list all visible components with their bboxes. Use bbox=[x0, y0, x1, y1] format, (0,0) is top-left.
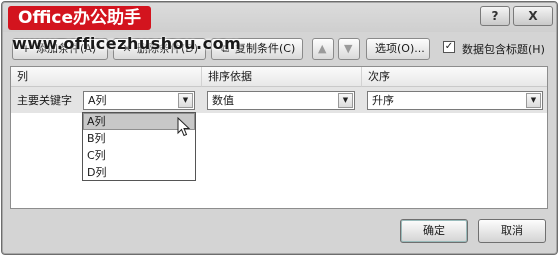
sort-on-select[interactable]: 数值 ▼ bbox=[207, 91, 355, 110]
add-condition-label: 添加条件(A) bbox=[36, 42, 97, 55]
sort-column-select[interactable]: A列 ▼ bbox=[83, 91, 195, 110]
order-select[interactable]: 升序 ▼ bbox=[367, 91, 543, 110]
copy-condition-label: 复制条件(C) bbox=[235, 42, 296, 55]
move-down-button[interactable]: ▼ bbox=[338, 38, 360, 60]
add-icon: + bbox=[21, 42, 31, 55]
ok-button[interactable]: 确定 bbox=[400, 219, 468, 243]
column-header-sort-on: 排序依据 bbox=[201, 67, 361, 87]
delete-icon: ✕ bbox=[122, 42, 132, 55]
copy-condition-button[interactable]: ⧉ 复制条件(C) bbox=[211, 38, 303, 60]
options-button[interactable]: 选项(O)... bbox=[366, 38, 430, 60]
arrow-down-icon: ▼ bbox=[344, 42, 353, 55]
copy-icon: ⧉ bbox=[221, 42, 229, 55]
move-up-button[interactable]: ▲ bbox=[312, 38, 334, 60]
chevron-down-icon[interactable]: ▼ bbox=[338, 93, 353, 108]
add-condition-button[interactable]: + 添加条件(A) bbox=[12, 38, 108, 60]
column-header-order: 次序 bbox=[361, 67, 547, 87]
delete-condition-button[interactable]: ✕ 删除条件(D) bbox=[113, 38, 206, 60]
primary-key-label: 主要关键字 bbox=[17, 94, 72, 107]
delete-condition-label: 删除条件(D) bbox=[137, 42, 199, 55]
dropdown-option[interactable]: D列 bbox=[83, 164, 195, 181]
close-button[interactable]: X bbox=[513, 6, 553, 26]
header-checkbox[interactable]: ✓ bbox=[443, 41, 455, 53]
arrow-up-icon: ▲ bbox=[318, 42, 327, 55]
order-value: 升序 bbox=[372, 94, 394, 107]
chevron-down-icon[interactable]: ▼ bbox=[526, 93, 541, 108]
brand-logo: Office办公助手 bbox=[8, 6, 152, 30]
help-button[interactable]: ? bbox=[480, 6, 510, 26]
sort-column-value: A列 bbox=[88, 94, 107, 107]
chevron-down-icon[interactable]: ▼ bbox=[178, 93, 193, 108]
sort-on-value: 数值 bbox=[212, 94, 234, 107]
column-header-column: 列 bbox=[11, 67, 201, 87]
header-checkbox-label: 数据包含标题(H) bbox=[462, 43, 545, 56]
cancel-button[interactable]: 取消 bbox=[478, 219, 546, 243]
mouse-cursor-icon bbox=[177, 117, 191, 137]
dropdown-option[interactable]: C列 bbox=[83, 147, 195, 164]
title-bar: Office办公助手 ? X bbox=[2, 2, 557, 32]
